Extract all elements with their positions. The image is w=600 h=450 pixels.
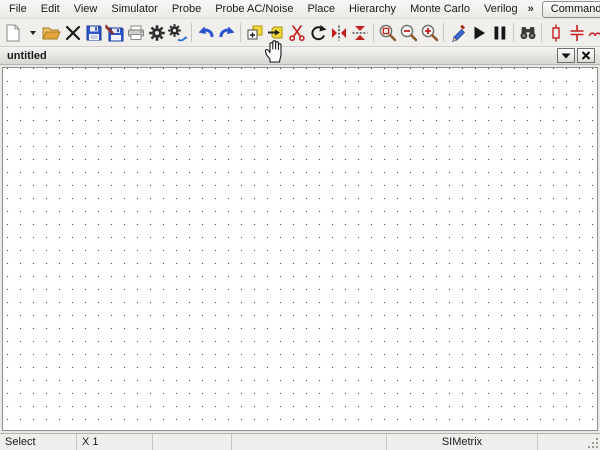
cut-scissors-icon (287, 23, 307, 43)
pause-simulation-icon (490, 23, 510, 43)
redo-button[interactable] (216, 21, 237, 44)
place-resistor-icon (546, 23, 566, 43)
toolbar: » (0, 19, 600, 47)
find-button[interactable] (517, 21, 538, 44)
redo-icon (217, 23, 237, 43)
find-binoculars-icon (518, 23, 538, 43)
toolbar-separator (240, 23, 241, 42)
resize-grip[interactable] (588, 438, 598, 448)
open-folder-icon (41, 23, 62, 43)
save-icon (84, 23, 104, 43)
menu-view[interactable]: View (67, 1, 105, 17)
options-gear-icon (147, 23, 167, 43)
place-inductor-icon (588, 23, 600, 43)
schematic-canvas[interactable] (2, 67, 598, 431)
run-simulation-icon (469, 23, 489, 43)
schematic-titlebar: untitled (0, 47, 600, 65)
menu-file[interactable]: File (2, 1, 34, 17)
menu-hierarchy[interactable]: Hierarchy (342, 1, 403, 17)
menubar-right-group: » Command Shell Schematic Editor (525, 1, 600, 18)
place-capacitor-icon (567, 23, 587, 43)
zoom-area-icon (378, 23, 398, 43)
save-button[interactable] (83, 21, 104, 44)
menu-overflow-chevron-icon[interactable]: » (525, 3, 537, 15)
menu-place[interactable]: Place (300, 1, 342, 17)
pause-simulation-button[interactable] (489, 21, 510, 44)
menu-probe[interactable]: Probe (165, 1, 208, 17)
new-schematic-button[interactable] (3, 21, 24, 44)
print-button[interactable] (125, 21, 146, 44)
command-shell-button[interactable]: Command Shell (542, 1, 600, 18)
status-mode: Select (0, 434, 77, 450)
toolbar-separator (541, 23, 542, 42)
status-app-name: SIMetrix (387, 434, 538, 450)
flip-vertical-icon (350, 23, 370, 43)
print-icon (126, 23, 146, 43)
refresh-gear-icon (167, 23, 188, 43)
new-schematic-dropdown[interactable] (24, 21, 41, 44)
paste-icon (266, 23, 286, 43)
flip-horizontal-icon (329, 23, 349, 43)
toolbar-separator (191, 23, 192, 42)
undo-icon (196, 23, 216, 43)
rotate-icon (308, 23, 328, 43)
flip-horizontal-button[interactable] (328, 21, 349, 44)
close-schematic-button[interactable] (62, 21, 83, 44)
place-capacitor-button[interactable] (566, 21, 587, 44)
copy-icon (245, 23, 265, 43)
status-empty-panel (153, 434, 232, 450)
menu-probe-ac-noise[interactable]: Probe AC/Noise (208, 1, 300, 17)
rotate-button[interactable] (307, 21, 328, 44)
copy-button[interactable] (244, 21, 265, 44)
options-button[interactable] (146, 21, 167, 44)
zoom-out-button[interactable] (398, 21, 419, 44)
schematic-list-dropdown-button[interactable] (557, 48, 575, 63)
zoom-in-button[interactable] (419, 21, 440, 44)
menu-edit[interactable]: Edit (34, 1, 67, 17)
menu-simulator[interactable]: Simulator (104, 1, 164, 17)
menubar: File Edit View Simulator Probe Probe AC/… (0, 0, 600, 19)
zoom-area-button[interactable] (377, 21, 398, 44)
new-schematic-icon (4, 23, 23, 43)
wire-pencil-icon (448, 23, 468, 43)
schematic-close-button[interactable] (577, 48, 595, 63)
paste-button[interactable] (265, 21, 286, 44)
schematic-titlebar-buttons (557, 48, 600, 63)
statusbar: Select X 1 SIMetrix (0, 433, 600, 450)
menu-monte-carlo[interactable]: Monte Carlo (403, 1, 477, 17)
cut-button[interactable] (286, 21, 307, 44)
menu-verilog[interactable]: Verilog (477, 1, 525, 17)
flip-vertical-button[interactable] (349, 21, 370, 44)
toolbar-separator (443, 23, 444, 42)
chevron-down-icon (561, 52, 571, 60)
save-as-button[interactable] (104, 21, 125, 44)
open-schematic-button[interactable] (41, 21, 62, 44)
status-empty-panel (232, 434, 387, 450)
zoom-in-icon (420, 23, 440, 43)
place-inductor-button[interactable] (587, 21, 600, 44)
zoom-out-icon (399, 23, 419, 43)
schematic-title: untitled (7, 50, 47, 62)
close-icon (581, 51, 591, 60)
simetrix-window: File Edit View Simulator Probe Probe AC/… (0, 0, 600, 450)
chevron-down-icon (30, 31, 36, 35)
save-as-icon (104, 23, 125, 43)
canvas-container (0, 65, 600, 433)
undo-button[interactable] (195, 21, 216, 44)
wire-button[interactable] (447, 21, 468, 44)
run-simulation-button[interactable] (468, 21, 489, 44)
reload-options-button[interactable] (167, 21, 188, 44)
status-scale: X 1 (77, 434, 153, 450)
toolbar-separator (373, 23, 374, 42)
close-schematic-icon (63, 23, 83, 43)
toolbar-separator (513, 23, 514, 42)
place-resistor-button[interactable] (545, 21, 566, 44)
